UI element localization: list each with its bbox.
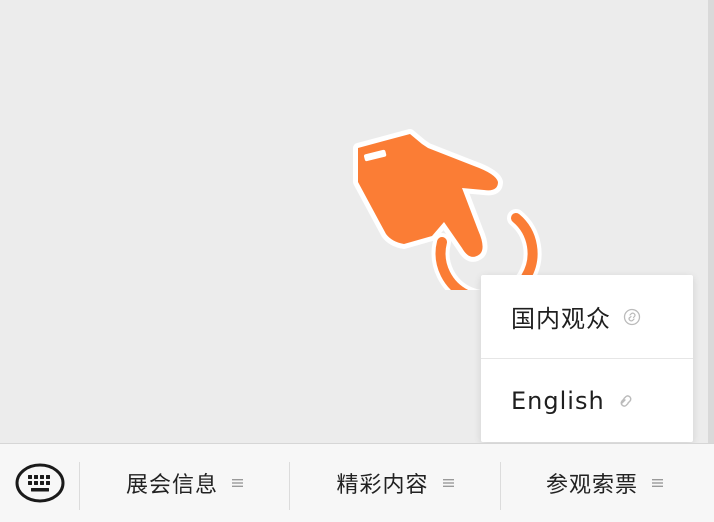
menu-button-ticket-request[interactable]: 参观索票 [501,444,708,522]
menu-button-label: 展会信息 [125,473,218,498]
keyboard-icon [15,463,64,503]
menu-button-label: 精彩内容 [336,473,429,498]
popup-item-domestic-visitors[interactable]: 国内观众 [481,275,693,358]
tap-hint-hand-icon [353,129,542,290]
link-icon [623,308,641,325]
menu-lines-icon [652,479,663,487]
menu-button-highlights[interactable]: 精彩内容 [290,444,500,522]
popup-item-english[interactable]: English [481,359,693,442]
popup-item-label: 国内观众 [511,305,611,333]
link-icon [620,394,632,407]
popup-item-label: English [511,386,605,415]
menu-lines-icon [232,479,243,487]
keyboard-toggle-button[interactable] [0,444,79,522]
language-popup-menu: 国内观众 English [481,275,693,442]
menu-button-exhibition-info[interactable]: 展会信息 [80,444,289,522]
bottom-menu-bar: 展会信息 精彩内容 参观索票 [0,443,714,522]
menu-button-label: 参观索票 [545,473,638,498]
menu-lines-icon [442,479,454,487]
